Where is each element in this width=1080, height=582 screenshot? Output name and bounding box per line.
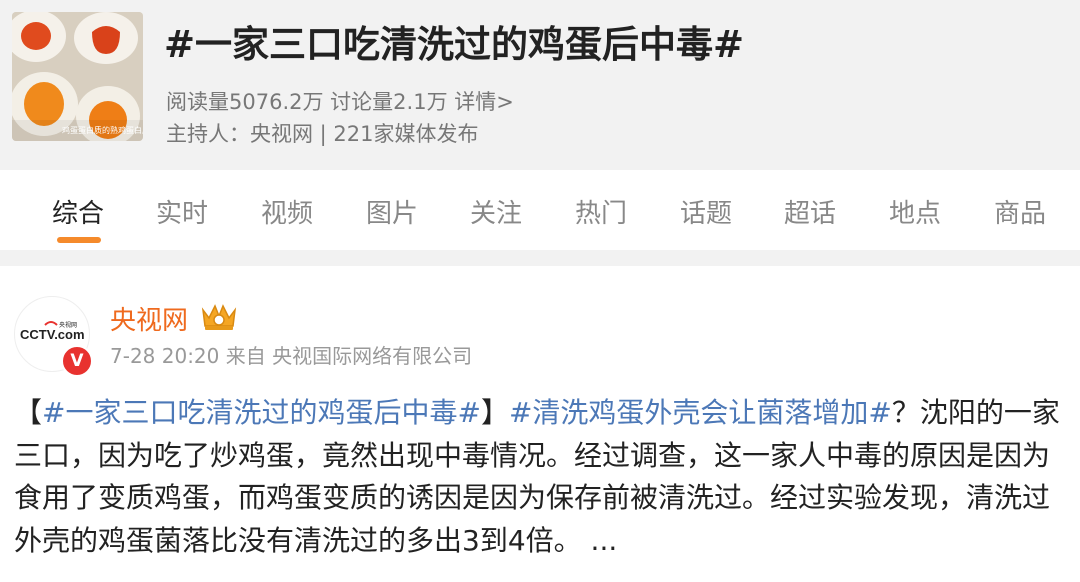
bracket-open: 【 [14, 396, 43, 429]
weibo-post: CCTV.com 央视网 V 央视网 7-28 20:20 来自 央视国际网络有… [0, 266, 1080, 582]
topic-stats: 阅读量5076.2万 讨论量2.1万 详情> [166, 86, 514, 116]
active-tab-indicator [57, 237, 101, 243]
section-divider [0, 250, 1080, 266]
tab-video[interactable]: 视频 [261, 193, 313, 230]
topic-thumbnail[interactable]: 鸡蛋蛋白质的熟鸡蛋白质 [12, 12, 143, 141]
tab-comprehensive[interactable]: 综合 [52, 193, 104, 230]
tab-following[interactable]: 关注 [470, 193, 522, 230]
tab-topics[interactable]: 话题 [680, 193, 732, 230]
read-label: 阅读量 [166, 90, 229, 114]
thumbnail-caption: 鸡蛋蛋白质的熟鸡蛋白质 [62, 125, 143, 135]
verified-icon: V [61, 345, 93, 377]
post-timestamp: 7-28 20:20 [110, 344, 220, 368]
bracket-close: 】 [480, 396, 509, 429]
tab-images[interactable]: 图片 [366, 193, 418, 230]
post-source[interactable]: 央视国际网络有限公司 [272, 344, 472, 368]
topic-host[interactable]: 主持人：央视网 | 221家媒体发布 [166, 118, 479, 148]
avatar-logo-text: CCTV.com [20, 327, 85, 342]
tab-realtime[interactable]: 实时 [156, 193, 208, 230]
topic-title: #一家三口吃清洗过的鸡蛋后中毒# [164, 23, 745, 66]
hashtag-link[interactable]: #清洗鸡蛋外壳会让菌落增加# [509, 396, 892, 429]
topic-header: 鸡蛋蛋白质的熟鸡蛋白质 #一家三口吃清洗过的鸡蛋后中毒# 阅读量5076.2万 … [0, 0, 1080, 170]
discuss-count: 2.1万 [393, 90, 448, 114]
read-count: 5076.2万 [229, 90, 324, 114]
expand-ellipsis[interactable]: ... [582, 524, 618, 557]
egg-photo-icon: 鸡蛋蛋白质的熟鸡蛋白质 [12, 12, 143, 141]
avatar-logo-sub: 央视网 [59, 321, 77, 329]
tab-location[interactable]: 地点 [889, 193, 941, 230]
discuss-label: 讨论量 [330, 90, 394, 114]
author-name[interactable]: 央视网 [110, 300, 188, 337]
post-meta: 7-28 20:20 来自 央视国际网络有限公司 [110, 340, 472, 369]
tab-products[interactable]: 商品 [994, 193, 1046, 230]
hashtag-link[interactable]: #一家三口吃清洗过的鸡蛋后中毒# [42, 396, 481, 429]
tab-bar: 综合 实时 视频 图片 关注 热门 话题 超话 地点 商品 [0, 170, 1080, 250]
tab-hot[interactable]: 热门 [575, 193, 627, 230]
source-prefix: 来自 [225, 344, 266, 368]
details-link[interactable]: 详情> [454, 90, 514, 114]
post-body: 【#一家三口吃清洗过的鸡蛋后中毒#】#清洗鸡蛋外壳会让菌落增加#？沈阳的一家三口… [14, 392, 1066, 562]
crown-icon[interactable] [199, 300, 239, 332]
tab-super-topics[interactable]: 超话 [784, 193, 836, 230]
